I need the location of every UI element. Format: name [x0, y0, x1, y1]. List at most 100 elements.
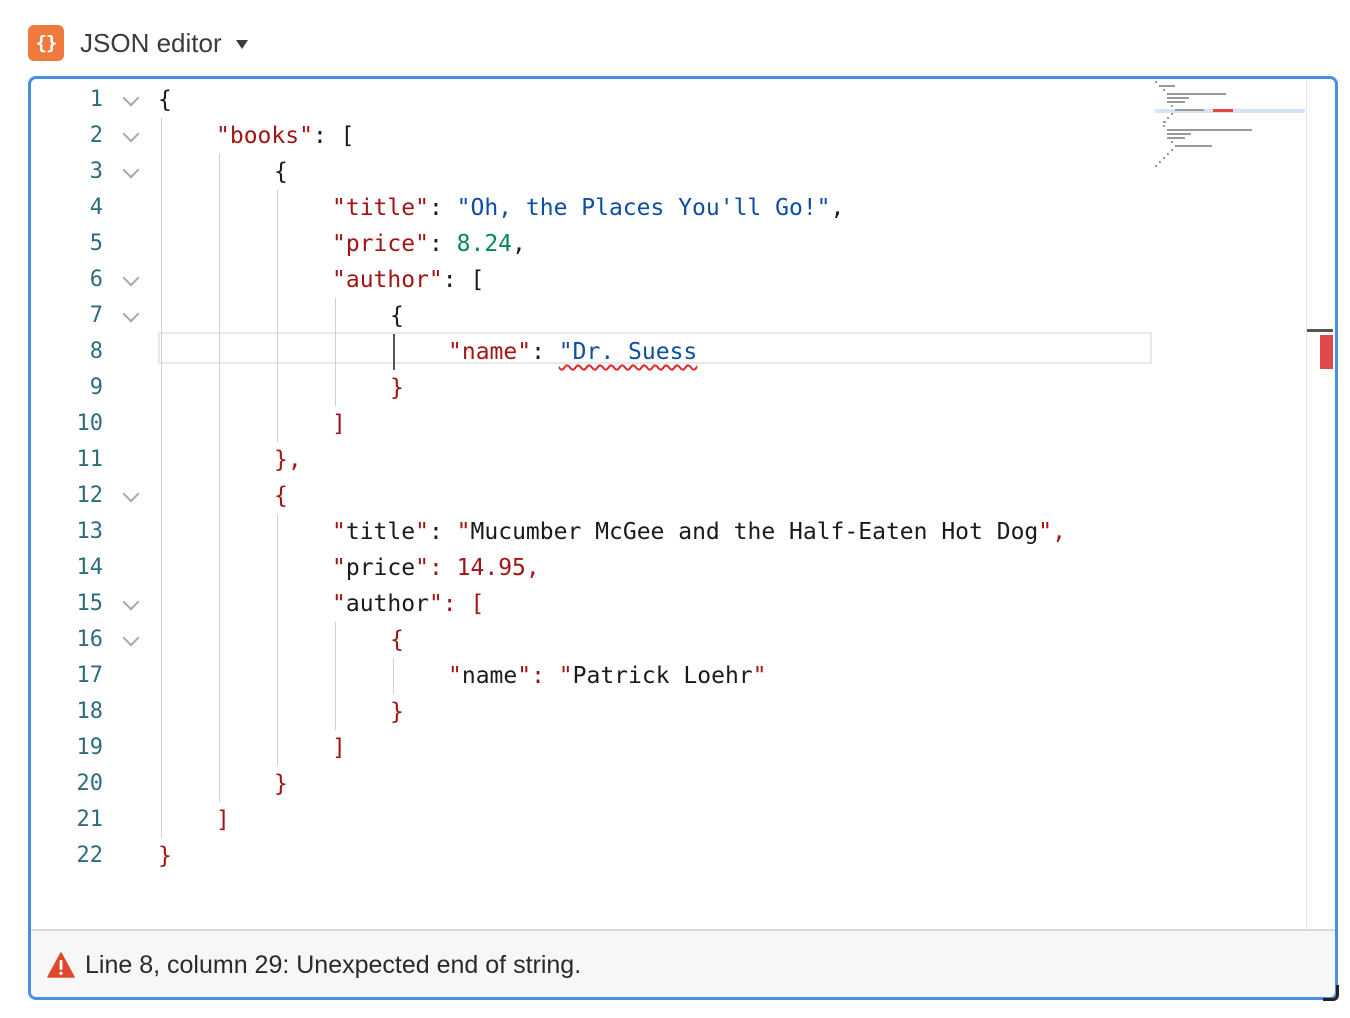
fold-chevron-icon[interactable]	[122, 305, 140, 323]
code-line[interactable]: "name": "Patrick Loehr"	[448, 658, 767, 694]
minimap-line	[1155, 81, 1157, 83]
minimap[interactable]	[1155, 79, 1305, 189]
indent-guide	[277, 514, 278, 766]
code-line[interactable]: "author": [	[332, 586, 484, 622]
minimap-line	[1167, 153, 1169, 155]
code-line[interactable]: "price": 14.95,	[332, 550, 540, 586]
line-number: 20	[76, 771, 104, 796]
json-editor[interactable]: 1 2 3 4 5 6 7 8 9 10 11 12 13 14 15 16 17 18 19 20 21 22 {"bo…	[28, 76, 1338, 1000]
line-number: 5	[89, 231, 103, 256]
line-number: 9	[89, 375, 103, 400]
code-token: Mucumber McGee and the Half-Eaten Hot Do…	[470, 519, 1039, 545]
line-number: 11	[76, 447, 104, 472]
code-token: "	[415, 519, 429, 545]
fold-chevron-icon[interactable]	[122, 593, 140, 611]
line-number: 13	[76, 519, 104, 544]
minimap-line	[1167, 137, 1185, 139]
line-number: 3	[89, 159, 103, 184]
code-token: title	[345, 519, 416, 545]
minimap-line	[1171, 149, 1173, 151]
minimap-line	[1171, 113, 1173, 115]
line-number: 1	[89, 87, 103, 112]
fold-chevron-icon[interactable]	[122, 269, 140, 287]
caret-down-icon[interactable]	[235, 39, 248, 49]
minimap-line	[1163, 157, 1165, 159]
indent-guide	[335, 622, 336, 730]
minimap-line	[1167, 133, 1191, 135]
code-line[interactable]: ]	[332, 730, 346, 766]
code-token: "price"	[332, 231, 429, 257]
code-lines[interactable]: {"books": [{"title": "Oh, the Places You…	[158, 79, 1278, 929]
editor-title[interactable]: JSON editor	[80, 28, 222, 59]
indent-guide	[277, 190, 278, 442]
code-token: ,	[512, 231, 526, 257]
code-line[interactable]: ]	[332, 406, 346, 442]
code-line[interactable]: "price": 8.24,	[332, 226, 526, 262]
minimap-line	[1163, 121, 1167, 123]
line-number: 16	[76, 627, 104, 652]
code-line[interactable]: }	[274, 766, 288, 802]
code-token: "books"	[216, 123, 313, 149]
code-line[interactable]: {	[390, 298, 404, 334]
status-bar: Line 8, column 29: Unexpected end of str…	[31, 929, 1335, 997]
json-braces-icon: {}	[28, 25, 64, 61]
line-number: 10	[76, 411, 104, 436]
code-token: "author"	[332, 267, 443, 293]
code-token: ]	[332, 735, 346, 761]
line-number: 4	[89, 195, 103, 220]
code-token: "Dr. Suess	[558, 339, 698, 365]
indent-guide	[393, 334, 395, 370]
code-line[interactable]: }	[390, 694, 404, 730]
resize-handle-icon[interactable]	[1323, 985, 1339, 1001]
code-token: }	[274, 771, 288, 797]
indent-guide	[161, 118, 162, 838]
code-token: ": "	[517, 663, 573, 689]
code-token: :	[428, 519, 457, 545]
code-token: ]	[216, 807, 230, 833]
minimap-line	[1175, 145, 1212, 147]
code-token: "	[332, 555, 346, 581]
code-token: ,	[830, 195, 845, 221]
code-line[interactable]: },	[274, 442, 302, 478]
code-line[interactable]: {	[158, 82, 172, 118]
fold-chevron-icon[interactable]	[122, 125, 140, 143]
code-area[interactable]: 1 2 3 4 5 6 7 8 9 10 11 12 13 14 15 16 17 18 19 20 21 22 {"bo…	[31, 79, 1306, 929]
fold-chevron-icon[interactable]	[122, 629, 140, 647]
code-line[interactable]: }	[390, 370, 404, 406]
line-number: 7	[89, 303, 103, 328]
code-token: {	[390, 627, 404, 653]
line-number: 22	[76, 843, 104, 868]
scrollbar-error-marker[interactable]	[1320, 335, 1333, 369]
code-token: }	[390, 699, 404, 725]
code-line[interactable]: "title": "Oh, the Places You'll Go!",	[332, 190, 844, 226]
code-line[interactable]: "author": [	[332, 262, 484, 298]
indent-guide	[335, 298, 336, 406]
code-line[interactable]: "name": "Dr. Suess	[448, 334, 697, 370]
line-number: 21	[76, 807, 104, 832]
code-line[interactable]: "title": "Mucumber McGee and the Half-Ea…	[332, 514, 1066, 550]
code-token: "	[456, 519, 471, 545]
code-line[interactable]: "books": [	[216, 118, 354, 154]
code-token: 8.24	[456, 231, 513, 257]
minimap-line	[1171, 105, 1173, 107]
line-number: 8	[89, 339, 103, 364]
line-number: 18	[76, 699, 104, 724]
code-line[interactable]: }	[158, 838, 172, 874]
fold-chevron-icon[interactable]	[122, 89, 140, 107]
line-gutter: 1 2 3 4 5 6 7 8 9 10 11 12 13 14 15 16 17 18 19 20 21 22	[31, 79, 153, 929]
minimap-line	[1167, 101, 1185, 103]
code-token: : [	[312, 123, 355, 149]
minimap-line	[1167, 97, 1190, 99]
fold-chevron-icon[interactable]	[122, 161, 140, 179]
code-token: author	[345, 591, 429, 617]
code-line[interactable]: {	[274, 154, 288, 190]
fold-chevron-icon[interactable]	[122, 485, 140, 503]
code-line[interactable]: ]	[216, 802, 230, 838]
vertical-scrollbar[interactable]	[1306, 79, 1333, 929]
minimap-line	[1159, 85, 1175, 87]
code-line[interactable]: {	[390, 622, 404, 658]
code-token: :	[428, 231, 457, 257]
minimap-line	[1159, 161, 1161, 163]
line-number: 6	[89, 267, 103, 292]
code-line[interactable]: {	[274, 478, 288, 514]
